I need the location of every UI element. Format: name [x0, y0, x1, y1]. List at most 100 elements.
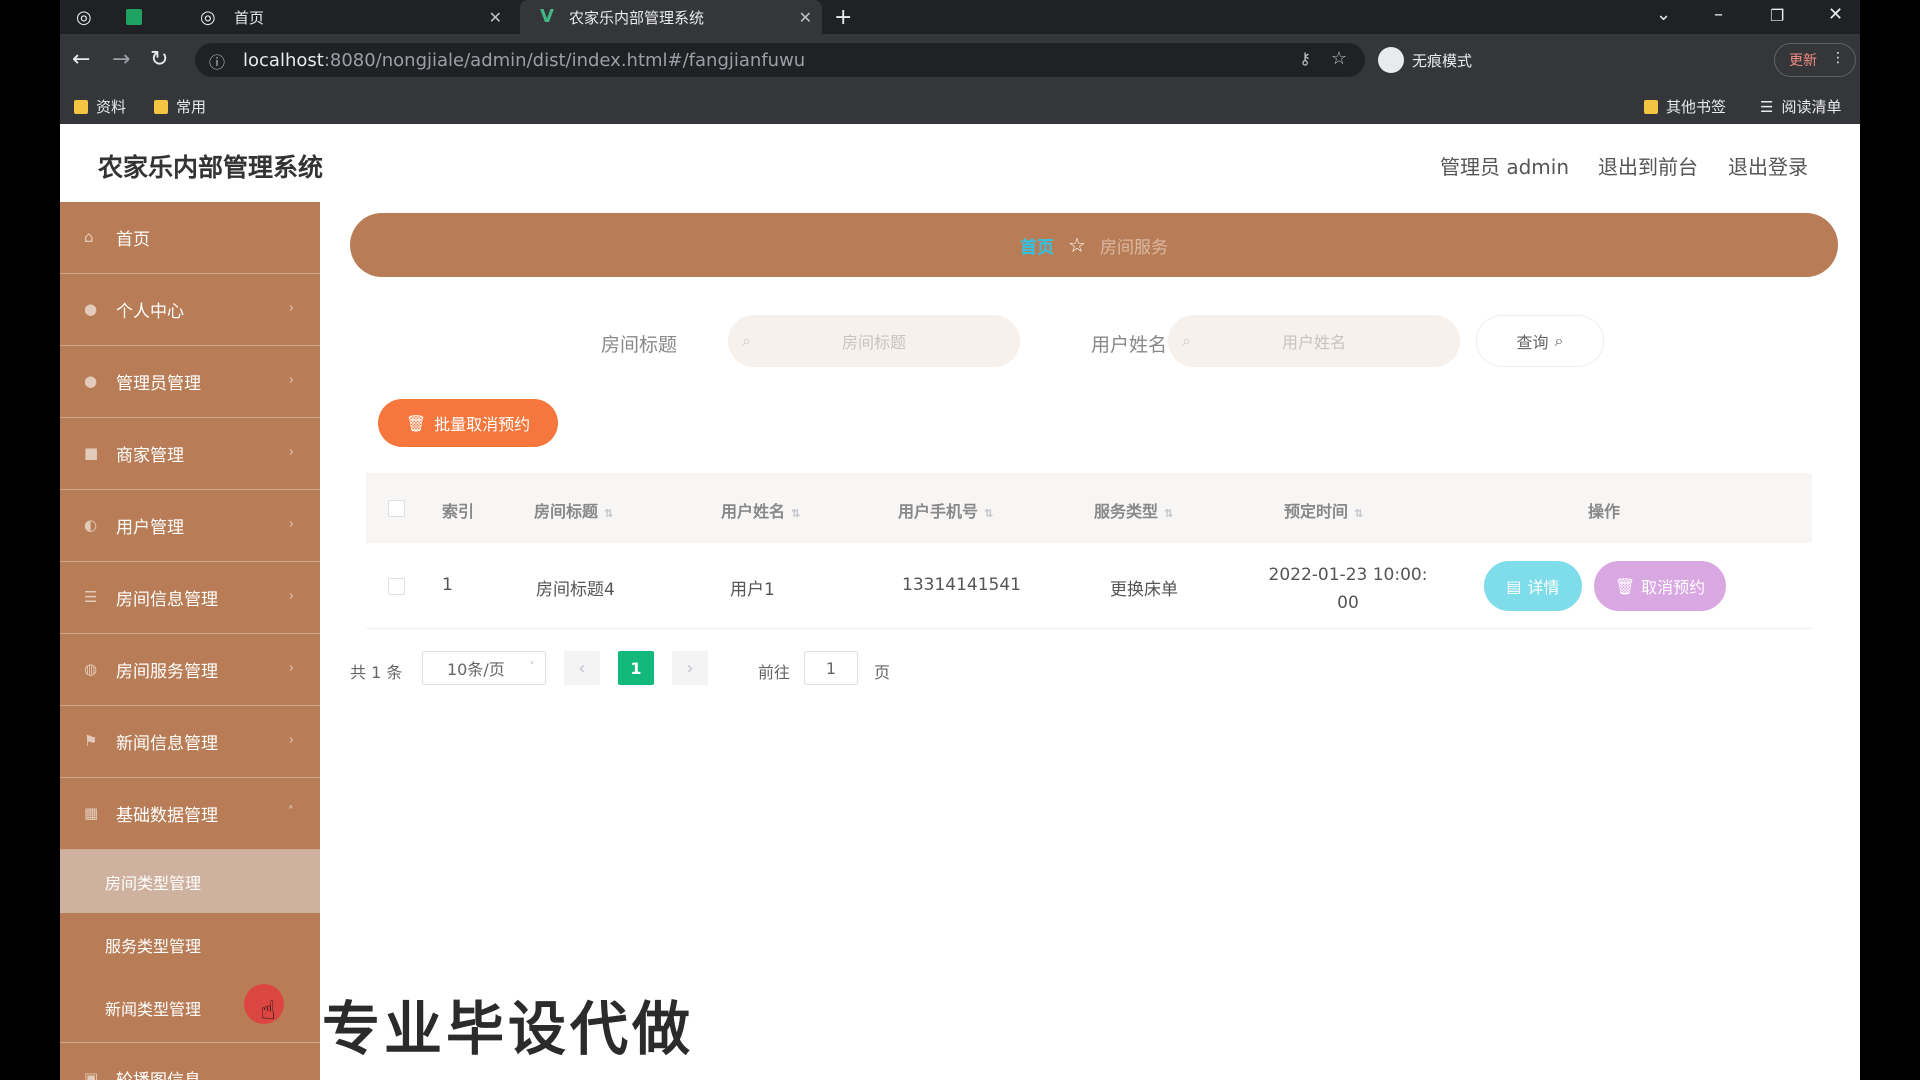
sidebar-item-admins[interactable]: ● 管理员管理 › [60, 346, 320, 418]
other-bookmarks-label: 其他书签 [1666, 98, 1727, 116]
cell-time-line1: 2022-01-23 10:00: [1268, 565, 1428, 585]
table-row: 1 房间标题4 用户1 13314141541 更换床单 2022-01-23 … [366, 543, 1812, 629]
close-tab-icon[interactable]: ✕ [799, 8, 812, 27]
incognito-label: 无痕模式 [1412, 51, 1473, 70]
th-label: 服务类型 [1094, 502, 1159, 521]
minimize-icon[interactable]: – [1714, 4, 1723, 25]
th-label: 用户姓名 [721, 502, 786, 521]
search-icon: ⌕ [1182, 331, 1191, 350]
restore-icon[interactable]: ❐ [1770, 6, 1784, 25]
detail-button[interactable]: ▤ 详情 [1484, 561, 1582, 611]
th-label: 用户手机号 [898, 502, 979, 521]
page-number: 1 [630, 658, 642, 678]
query-button[interactable]: 查询 ⌕ [1476, 315, 1604, 367]
shop-icon: ■ [84, 444, 99, 462]
to-front-link[interactable]: 退出到前台 [1598, 151, 1698, 180]
incognito-badge[interactable]: 无痕模式 [1378, 46, 1472, 74]
sort-icon[interactable]: ⇅ [1164, 507, 1173, 520]
breadcrumb-home[interactable]: 首页 [1020, 233, 1054, 258]
image-icon: ▣ [84, 1069, 99, 1080]
th-phone[interactable]: 用户手机号 ⇅ [898, 498, 993, 522]
tab-pinned-1[interactable]: ◎ [76, 0, 110, 34]
next-page-button[interactable]: › [672, 651, 708, 685]
sidebar-item-label: 房间信息管理 [116, 590, 218, 610]
sidebar-item-label: 轮播图信息 [116, 1066, 201, 1080]
cancel-reservation-button[interactable]: 🗑 取消预约 [1594, 561, 1726, 611]
chevron-right-icon: › [288, 445, 294, 460]
app-root: 农家乐内部管理系统 管理员 admin 退出到前台 退出登录 ⌂ 首页 ● 个人… [60, 124, 1860, 1080]
reservation-table: 索引 房间标题 ⇅ 用户姓名 ⇅ 用户手机号 ⇅ 服务类型 ⇅ 预定时间 ⇅ 操作 1 房… [366, 473, 1812, 629]
tab-pinned-2[interactable] [126, 0, 160, 34]
info-icon[interactable]: ⓘ [209, 49, 225, 73]
goto-value: 1 [825, 658, 837, 678]
batch-cancel-button[interactable]: 🗑 批量取消预约 [378, 399, 558, 447]
back-icon[interactable]: ← [72, 47, 90, 72]
th-time[interactable]: 预定时间 ⇅ [1284, 498, 1363, 522]
page-number-current[interactable]: 1 [618, 651, 654, 685]
room-title-input[interactable]: ⌕ 房间标题 [728, 315, 1020, 367]
cell-time-line2: 00 [1337, 593, 1359, 613]
home-icon: ⌂ [84, 228, 94, 246]
sidebar-item-room-info[interactable]: ☰ 房间信息管理 › [60, 562, 320, 634]
sidebar-item-users[interactable]: ◐ 用户管理 › [60, 490, 320, 562]
th-room-title[interactable]: 房间标题 ⇅ [534, 498, 613, 522]
row-checkbox[interactable] [388, 578, 405, 595]
user-name-input[interactable]: ⌕ 用户姓名 [1168, 315, 1460, 367]
sidebar-subitem-service-type[interactable]: 服务类型管理 [60, 913, 320, 976]
tab-strip: ◎ ◎ 首页 ✕ V 农家乐内部管理系统 ✕ + ⌄ – ❐ ✕ [60, 0, 1860, 34]
th-user-name[interactable]: 用户姓名 ⇅ [721, 498, 800, 522]
room-title-placeholder: 房间标题 [841, 333, 906, 352]
reading-list[interactable]: ☰ 阅读清单 [1760, 96, 1841, 117]
update-button[interactable]: 更新 ⋮ [1774, 43, 1856, 77]
sidebar-item-home[interactable]: ⌂ 首页 [60, 202, 320, 274]
forward-icon[interactable]: → [112, 47, 130, 72]
prev-page-button[interactable]: ‹ [564, 651, 600, 685]
close-window-icon[interactable]: ✕ [1828, 4, 1843, 25]
goto-page-input[interactable]: 1 [804, 651, 858, 685]
tab-active[interactable]: V 农家乐内部管理系统 ✕ [520, 0, 822, 34]
sidebar-subitem-room-type[interactable]: 房间类型管理 [60, 850, 320, 913]
bookmark-folder[interactable]: 资料 [74, 96, 126, 117]
sidebar-item-profile[interactable]: ● 个人中心 › [60, 274, 320, 346]
other-bookmarks[interactable]: 其他书签 [1644, 96, 1726, 117]
sidebar: ⌂ 首页 ● 个人中心 › ● 管理员管理 › ■ 商家管理 › ◐ 用户管理 [60, 202, 320, 1080]
trash-icon: 🗑 [405, 413, 427, 433]
page-size-value: 10条/页 [447, 660, 505, 679]
sidebar-item-merchants[interactable]: ■ 商家管理 › [60, 418, 320, 490]
tab-home[interactable]: ◎ 首页 ✕ [172, 0, 512, 34]
sidebar-item-base-data[interactable]: ▦ 基础数据管理 ˄ [60, 778, 320, 850]
bookmark-folder[interactable]: 常用 [154, 96, 206, 117]
key-icon[interactable]: ⚷ [1299, 49, 1311, 68]
th-service-type[interactable]: 服务类型 ⇅ [1094, 498, 1173, 522]
sort-icon[interactable]: ⇅ [984, 507, 993, 520]
incognito-icon [1378, 47, 1404, 73]
sidebar-item-label: 商家管理 [116, 446, 184, 466]
select-all-checkbox[interactable] [388, 500, 405, 517]
batch-cancel-label: 批量取消预约 [434, 415, 531, 434]
url-path: :8080/nongjiale/admin/dist/index.html#/f… [323, 49, 806, 71]
reload-icon[interactable]: ↻ [150, 47, 168, 72]
sidebar-subitem-label: 房间类型管理 [105, 873, 202, 893]
sidebar-subitem-label: 服务类型管理 [105, 936, 202, 956]
logout-link[interactable]: 退出登录 [1728, 151, 1808, 180]
tab-search-icon[interactable]: ⌄ [1656, 4, 1671, 25]
page-size-select[interactable]: 10条/页 ˅ [422, 651, 546, 685]
app-header: 农家乐内部管理系统 管理员 admin 退出到前台 退出登录 [60, 124, 1860, 202]
user-icon: ● [84, 372, 98, 390]
sidebar-item-room-service[interactable]: ◍ 房间服务管理 › [60, 634, 320, 706]
tab-title: 农家乐内部管理系统 [569, 8, 705, 27]
globe-icon: ◎ [76, 6, 92, 28]
address-bar[interactable]: ⓘ localhost:8080/nongjiale/admin/dist/in… [195, 43, 1365, 77]
chevron-right-icon: › [288, 589, 294, 604]
sidebar-item-carousel[interactable]: ▣ 轮播图信息 [60, 1042, 320, 1080]
sort-icon[interactable]: ⇅ [604, 507, 613, 520]
sidebar-item-label: 基础数据管理 [116, 806, 218, 826]
sidebar-item-news[interactable]: ⚑ 新闻信息管理 › [60, 706, 320, 778]
star-icon[interactable]: ☆ [1331, 48, 1347, 69]
sort-icon[interactable]: ⇅ [1354, 507, 1363, 520]
star-icon: ☆ [1068, 233, 1086, 257]
close-tab-icon[interactable]: ✕ [489, 8, 502, 27]
sort-icon[interactable]: ⇅ [791, 507, 800, 520]
bookmarks-bar: 资料 常用 其他书签 ☰ 阅读清单 [60, 86, 1860, 124]
new-tab-button[interactable]: + [834, 0, 864, 34]
